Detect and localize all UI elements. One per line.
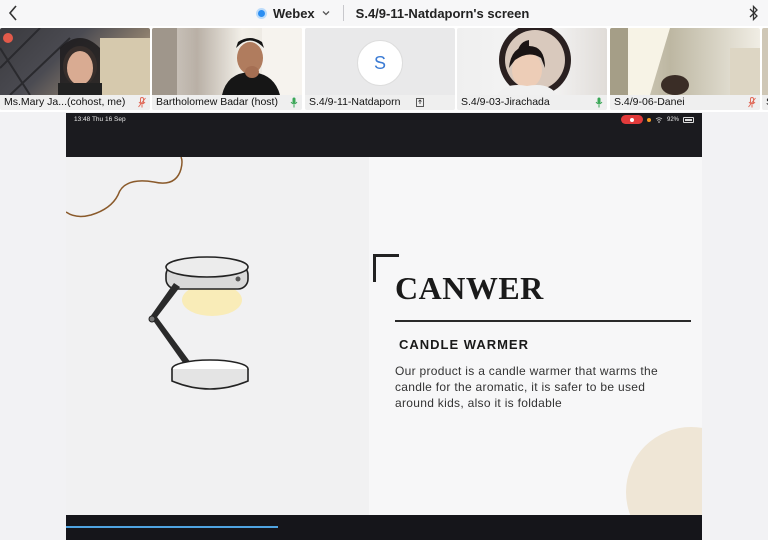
candle-warmer-illustration-icon [148, 256, 249, 390]
participant-video [610, 28, 760, 95]
participant-tile[interactable]: Ms.Mary Ja...(cohost, me) [0, 28, 150, 110]
meeting-title[interactable]: Webex S.4/9-11-Natdaporn's screen [256, 3, 529, 23]
video-scene [0, 28, 150, 96]
slide-image-panel [66, 157, 369, 515]
bluetooth-icon [749, 4, 758, 22]
chevron-down-icon [322, 11, 330, 16]
participant-tile[interactable]: S S.4/9-11-Natdaporn [305, 28, 455, 110]
participant-video: S [305, 28, 455, 95]
mic-active-icon[interactable] [595, 97, 603, 108]
video-scene [497, 28, 571, 96]
participant-name: S.4/9-03-Jirachada [457, 95, 607, 110]
webex-window: Webex S.4/9-11-Natdaporn's screen Ms.Mar… [0, 0, 768, 540]
ipad-status-bar: 13:48 Thu 16 Sep 92% [66, 113, 702, 157]
back-button[interactable] [4, 2, 22, 24]
participant-video [762, 28, 768, 95]
participant-name: Bartholomew Badar (host) [152, 95, 302, 110]
video-scene [152, 28, 302, 95]
webex-logo-icon [256, 7, 267, 19]
participant-strip: Ms.Mary Ja...(cohost, me) Bartholomew Ba… [0, 26, 768, 112]
share-title: S.4/9-11-Natdaporn's screen [355, 5, 530, 21]
status-indicators: 92% [620, 115, 694, 124]
participant-tile[interactable]: S [762, 28, 768, 110]
progress-bar [66, 526, 278, 528]
participant-video [0, 28, 150, 96]
battery-level: 92% [666, 116, 679, 123]
title-divider [395, 320, 691, 322]
avatar: S [357, 40, 403, 86]
slide-subtitle: CANDLE WARMER [399, 337, 529, 352]
top-bar: Webex S.4/9-11-Natdaporn's screen [0, 0, 768, 26]
recording-icon [620, 115, 643, 124]
shared-screen[interactable]: 13:48 Thu 16 Sep 92% CANWER CANDLE WARME… [66, 113, 702, 540]
slide-body: Our product is a candle warmer that warm… [395, 364, 658, 410]
participant-video [457, 28, 607, 96]
share-screen-icon[interactable] [415, 97, 425, 108]
title-divider [342, 5, 344, 21]
participant-name: S [762, 95, 768, 110]
presentation-slide: CANWER CANDLE WARMER Our product is a ca… [66, 157, 702, 515]
app-name: Webex [273, 5, 315, 21]
slide-title: CANWER [395, 270, 544, 306]
wifi-icon [655, 116, 663, 123]
participant-name: S.4/9-06-Danei [610, 95, 760, 110]
participant-video [152, 28, 302, 95]
mic-muted-icon[interactable] [748, 97, 756, 108]
video-scene [610, 28, 760, 95]
participant-tile[interactable]: S.4/9-03-Jirachada [457, 28, 607, 110]
status-time: 13:48 Thu 16 Sep [74, 116, 126, 123]
mic-muted-icon[interactable] [138, 97, 146, 108]
mic-active-icon[interactable] [290, 97, 298, 108]
screen-bottom-bar [66, 515, 702, 540]
participant-name: S.4/9-11-Natdaporn [305, 95, 455, 110]
battery-icon [683, 116, 694, 123]
participant-tile[interactable]: S.4/9-06-Danei [610, 28, 760, 110]
mic-in-use-icon [646, 117, 651, 122]
participant-name: Ms.Mary Ja...(cohost, me) [0, 95, 150, 110]
chevron-left-icon [8, 5, 17, 21]
participant-tile[interactable]: Bartholomew Badar (host) [152, 28, 302, 110]
